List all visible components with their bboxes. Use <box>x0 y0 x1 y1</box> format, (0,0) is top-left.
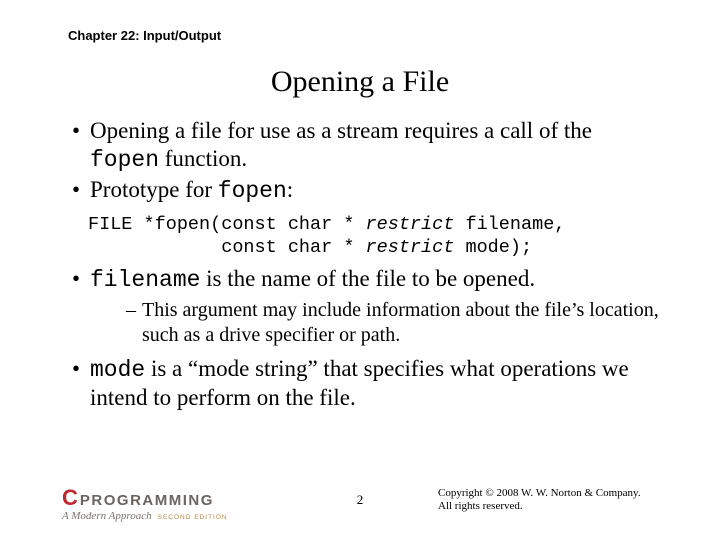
code-keyword: restrict <box>366 237 455 258</box>
code-keyword: restrict <box>366 214 455 235</box>
code-inline: filename <box>90 267 200 293</box>
chapter-label: Chapter 22: Input/Output <box>68 28 662 43</box>
logo-sub-row: A Modern Approach SECOND EDITION <box>62 510 250 522</box>
page-number: 2 <box>357 492 364 508</box>
bullet-list: Opening a file for use as a stream requi… <box>58 117 662 205</box>
logo-subtitle: A Modern Approach <box>62 510 152 522</box>
logo-letter-c: C <box>62 487 78 509</box>
text: This argument may include information ab… <box>142 299 659 345</box>
copyright-line: Copyright © 2008 W. W. Norton & Company. <box>438 487 658 501</box>
code-block: FILE *fopen(const char * restrict filena… <box>88 213 662 259</box>
slide-title: Opening a File <box>58 65 662 99</box>
footer: C PROGRAMMING A Modern Approach SECOND E… <box>0 480 720 528</box>
code-text: FILE *fopen(const char * <box>88 214 366 235</box>
slide: Chapter 22: Input/Output Opening a File … <box>0 0 720 540</box>
code-text: filename, <box>454 214 565 235</box>
text: Prototype for <box>90 177 218 202</box>
text: : <box>287 177 293 202</box>
logo-programming: PROGRAMMING <box>80 493 214 508</box>
code-text: mode); <box>454 237 532 258</box>
code-inline: fopen <box>90 147 159 173</box>
text: function. <box>159 146 247 171</box>
text: is a “mode string” that specifies what o… <box>90 356 629 410</box>
text: Opening a file for use as a stream requi… <box>90 118 592 143</box>
text: is the name of the file to be opened. <box>200 266 535 291</box>
logo-edition: SECOND EDITION <box>158 514 228 521</box>
book-logo: C PROGRAMMING A Modern Approach SECOND E… <box>62 487 250 522</box>
sub-bullet-list: This argument may include information ab… <box>90 298 662 347</box>
logo-top-row: C PROGRAMMING <box>62 487 250 509</box>
bullet-item: mode is a “mode string” that specifies w… <box>72 355 662 412</box>
bullet-item: filename is the name of the file to be o… <box>72 265 662 347</box>
copyright-line: All rights reserved. <box>438 500 658 514</box>
bullet-item: Opening a file for use as a stream requi… <box>72 117 662 174</box>
code-text: const char * <box>88 237 366 258</box>
bullet-list: filename is the name of the file to be o… <box>58 265 662 412</box>
bullet-item: Prototype for fopen: <box>72 176 662 205</box>
code-inline: mode <box>90 357 145 383</box>
sub-bullet-item: This argument may include information ab… <box>126 298 662 347</box>
copyright: Copyright © 2008 W. W. Norton & Company.… <box>438 487 658 515</box>
code-inline: fopen <box>218 178 287 204</box>
